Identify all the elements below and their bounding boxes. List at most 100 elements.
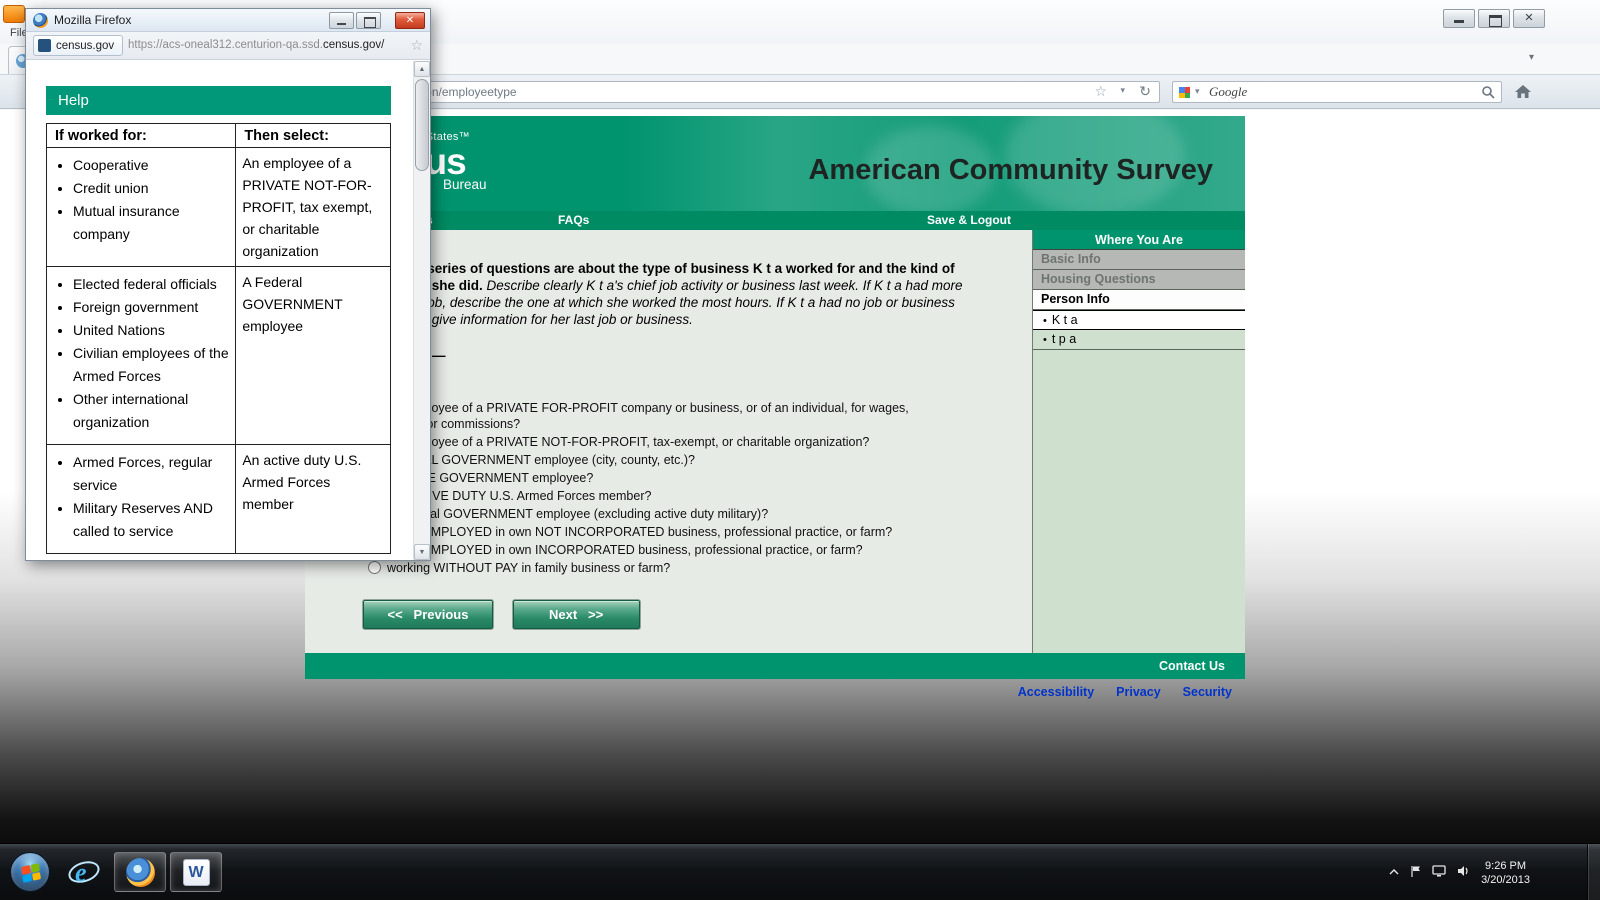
close-button[interactable]: ✕ — [1513, 9, 1545, 28]
radio-option[interactable]: an employee of a PRIVATE FOR-PROFIT comp… — [368, 400, 933, 432]
contact-us-link[interactable]: Contact Us — [1159, 653, 1225, 679]
list-all-tabs-icon[interactable]: ▾ — [1529, 52, 1534, 63]
firefox-app-button[interactable] — [3, 5, 25, 23]
acs-survey-page: United States™ Census Bureau American Co… — [305, 116, 1245, 699]
firefox-help-popup: Mozilla Firefox ✕ census.gov https://acs… — [25, 8, 431, 561]
scroll-up-icon[interactable]: ▲ — [414, 61, 430, 77]
scroll-down-icon[interactable]: ▼ — [414, 544, 430, 560]
popup-minimize-button[interactable] — [329, 12, 354, 29]
scrollbar-thumb[interactable] — [415, 79, 429, 171]
taskbar-clock[interactable]: 9:26 PM 3/20/2013 — [1481, 859, 1530, 887]
radio-option[interactable]: an ACTIVE DUTY U.S. Armed Forces member? — [368, 488, 933, 504]
radio-option[interactable]: a LOCAL GOVERNMENT employee (city, count… — [368, 452, 933, 468]
help-item: Credit union — [73, 177, 231, 200]
site-identity-label: census.gov — [56, 40, 114, 52]
popup-close-button[interactable]: ✕ — [395, 12, 425, 29]
sidebar-title: Where You Are — [1033, 230, 1245, 250]
help-item: Cooperative — [73, 154, 231, 177]
option-label[interactable]: an employee of a PRIVATE NOT-FOR-PROFIT,… — [387, 434, 869, 450]
option-label[interactable]: a LOCAL GOVERNMENT employee (city, count… — [387, 452, 695, 468]
taskbar-firefox-button[interactable] — [114, 852, 166, 892]
security-link[interactable]: Security — [1183, 685, 1232, 699]
firefox-icon — [33, 13, 48, 28]
option-label[interactable]: a Federal GOVERNMENT employee (excluding… — [387, 506, 768, 522]
home-icon[interactable] — [1514, 84, 1534, 101]
radio-option[interactable]: SELF-EMPLOYED in own INCORPORATED busine… — [368, 542, 933, 558]
desktop: File Edit View History Bookmarks Tools H… — [0, 0, 1600, 900]
previous-button[interactable]: << Previous — [363, 600, 493, 629]
start-button[interactable] — [10, 852, 50, 892]
help-col2-header: Then select: — [236, 124, 391, 148]
popup-scrollbar[interactable]: ▲ ▼ — [413, 61, 430, 560]
site-identity-button[interactable]: census.gov — [33, 35, 123, 56]
accessibility-link[interactable]: Accessibility — [1018, 685, 1094, 699]
sidebar-item-person-kta[interactable]: K t a — [1033, 310, 1245, 330]
help-select-text: An active duty U.S. Armed Forces member — [236, 445, 391, 554]
nav-item-faqs[interactable]: FAQs — [558, 211, 589, 230]
table-row: Elected federal officials Foreign govern… — [47, 267, 391, 445]
popup-content: Help If worked for: Then select: Coopera… — [26, 61, 430, 560]
search-placeholder[interactable]: Google — [1209, 82, 1247, 102]
clock-time: 9:26 PM — [1481, 859, 1530, 873]
google-favicon — [1179, 87, 1190, 98]
bullet-icon — [1041, 332, 1052, 346]
search-icon[interactable] — [1481, 85, 1495, 102]
svg-text:e: e — [75, 858, 87, 887]
network-icon[interactable] — [1432, 865, 1446, 880]
bookmark-star-icon[interactable]: ☆ — [1094, 83, 1107, 100]
help-select-text: An employee of a PRIVATE NOT-FOR-PROFIT,… — [236, 148, 391, 267]
sidebar-item-basic-info[interactable]: Basic Info — [1033, 250, 1245, 270]
help-select-text: A Federal GOVERNMENT employee — [236, 267, 391, 445]
acs-footer-bar: Contact Us — [305, 653, 1245, 679]
windows-logo-icon — [21, 863, 41, 883]
help-item: Other international organization — [73, 388, 231, 434]
option-label[interactable]: SELF-EMPLOYED in own INCORPORATED busine… — [387, 542, 863, 558]
popup-url-text[interactable]: https://acs-oneal312.centurion-qa.ssd.ce… — [128, 32, 384, 59]
urlbar-dropdown-icon[interactable]: ▾ — [1120, 85, 1125, 96]
radio-option[interactable]: a Federal GOVERNMENT employee (excluding… — [368, 506, 933, 522]
site-identity-icon — [38, 39, 51, 52]
action-center-flag-icon[interactable] — [1410, 865, 1421, 881]
popup-maximize-button[interactable] — [356, 12, 381, 29]
minimize-button[interactable] — [1443, 9, 1475, 28]
radio-option[interactable]: working WITHOUT PAY in family business o… — [368, 560, 933, 576]
ie-icon: e — [66, 856, 102, 888]
taskbar-word-button[interactable]: W — [170, 852, 222, 892]
privacy-link[interactable]: Privacy — [1116, 685, 1160, 699]
reload-icon[interactable]: ↻ — [1139, 83, 1151, 100]
option-label[interactable]: working WITHOUT PAY in family business o… — [387, 560, 670, 576]
acs-body: The next series of questions are about t… — [305, 230, 1245, 653]
taskbar: e W 9:26 PM 3/20/2013 — [0, 843, 1600, 900]
help-col1-header: If worked for: — [47, 124, 236, 148]
nav-item-save-logout[interactable]: Save & Logout — [927, 211, 1011, 230]
help-item: Mutual insurance company — [73, 200, 231, 246]
search-input[interactable]: ▾ Google — [1172, 81, 1502, 103]
bullet-icon — [1041, 313, 1052, 327]
next-button[interactable]: Next >> — [513, 600, 640, 629]
employee-type-radio[interactable] — [368, 561, 381, 574]
option-label[interactable]: an employee of a PRIVATE FOR-PROFIT comp… — [387, 400, 933, 432]
url-domain: census.gov/ — [323, 39, 384, 51]
radio-option[interactable]: a STATE GOVERNMENT employee? — [368, 470, 933, 486]
search-engine-dropdown-icon[interactable]: ▾ — [1195, 86, 1200, 97]
popup-titlebar[interactable]: Mozilla Firefox ✕ — [26, 9, 430, 32]
taskbar-ie-button[interactable]: e — [58, 852, 110, 892]
help-item: Armed Forces, regular service — [73, 451, 231, 497]
popup-bookmark-star-icon[interactable]: ☆ — [410, 37, 423, 54]
table-row: Cooperative Credit union Mutual insuranc… — [47, 148, 391, 267]
radio-option[interactable]: SELF-EMPLOYED in own NOT INCORPORATED bu… — [368, 524, 933, 540]
popup-title: Mozilla Firefox — [54, 9, 131, 31]
popup-window-controls: ✕ — [327, 12, 425, 29]
question-intro: The next series of questions are about t… — [368, 260, 968, 328]
where-you-are-sidebar: Where You Are Basic Info Housing Questio… — [1032, 230, 1245, 653]
show-hidden-icons-icon[interactable] — [1389, 868, 1399, 877]
sidebar-item-person-info[interactable]: Person Info — [1033, 290, 1245, 310]
option-label[interactable]: SELF-EMPLOYED in own NOT INCORPORATED bu… — [387, 524, 892, 540]
help-item: Elected federal officials — [73, 273, 231, 296]
volume-icon[interactable] — [1457, 865, 1470, 880]
maximize-button[interactable] — [1478, 9, 1510, 28]
show-desktop-button[interactable] — [1587, 844, 1600, 900]
sidebar-item-person-tpa[interactable]: t p a — [1033, 330, 1245, 350]
radio-option[interactable]: an employee of a PRIVATE NOT-FOR-PROFIT,… — [368, 434, 933, 450]
sidebar-item-housing-questions[interactable]: Housing Questions — [1033, 270, 1245, 290]
